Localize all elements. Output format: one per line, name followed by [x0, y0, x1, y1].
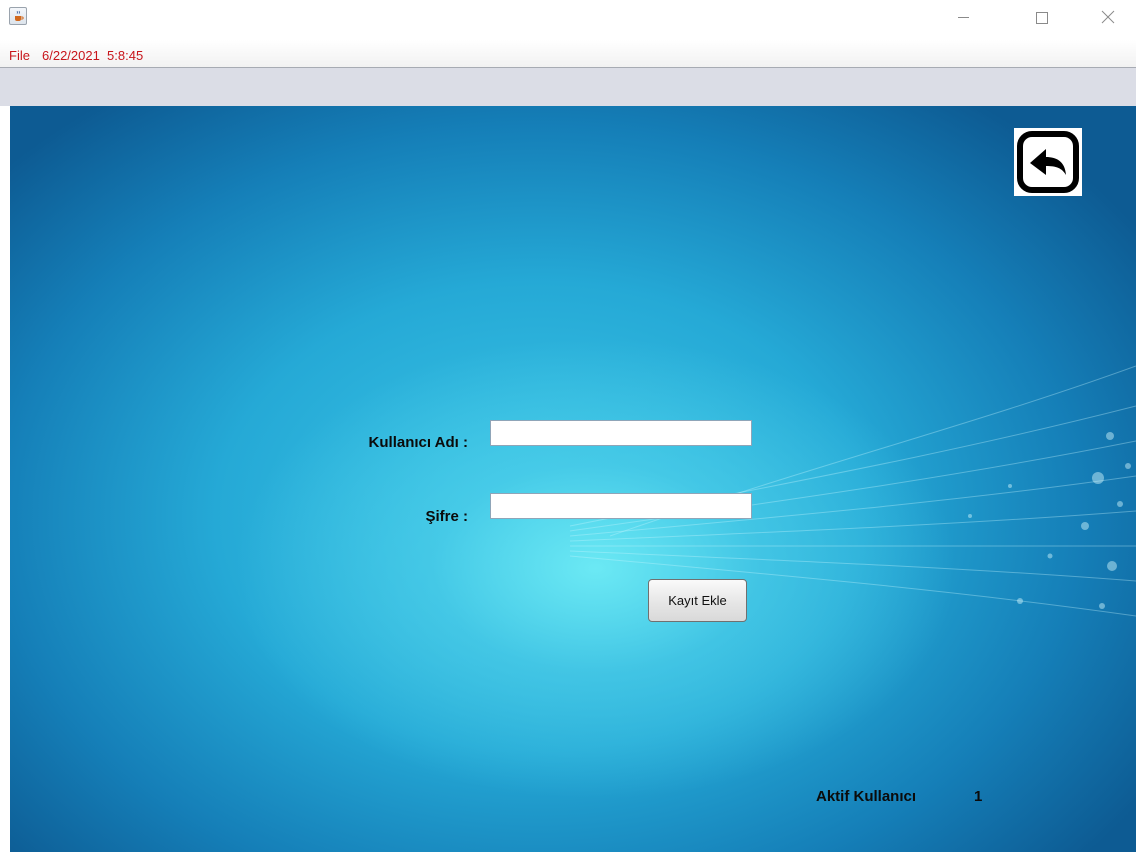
content-panel: Kullanıcı Adı : Şifre : Kayıt Ekle Aktif… — [10, 106, 1136, 852]
java-cup-icon — [9, 7, 27, 25]
back-arrow-icon — [1017, 131, 1079, 193]
password-input[interactable] — [490, 493, 752, 519]
background-light-streaks — [569, 365, 1136, 617]
close-icon — [1101, 10, 1115, 24]
password-label: Şifre : — [425, 508, 468, 525]
maximize-icon — [1036, 12, 1048, 24]
toolbar-strip — [0, 68, 1136, 106]
add-record-button[interactable]: Kayıt Ekle — [648, 579, 747, 622]
back-button[interactable] — [1014, 128, 1082, 196]
active-users-label: Aktif Kullanıcı — [816, 788, 917, 805]
menu-bar: File 6/22/2021 5:8:45 — [0, 40, 1136, 68]
close-button[interactable] — [1085, 0, 1131, 34]
clock-display: 6/22/2021 5:8:45 — [42, 48, 144, 63]
minimize-icon — [958, 17, 969, 18]
username-input[interactable] — [490, 420, 752, 446]
maximize-button[interactable] — [1018, 0, 1064, 34]
username-label: Kullanıcı Adı : — [368, 434, 468, 451]
menu-file[interactable]: File — [9, 48, 30, 63]
active-users-count: 1 — [974, 788, 983, 805]
app-window: File 6/22/2021 5:8:45 Kullanıcı Adı: Şi… — [0, 0, 1136, 852]
minimize-button[interactable] — [940, 0, 986, 34]
title-bar — [0, 0, 1136, 40]
